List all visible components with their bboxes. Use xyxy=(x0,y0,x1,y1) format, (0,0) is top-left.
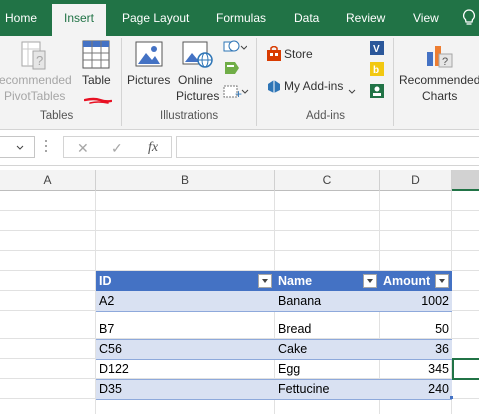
tab-data[interactable]: Data xyxy=(294,0,319,36)
store-icon[interactable] xyxy=(266,45,282,67)
tab-view[interactable]: View xyxy=(413,0,439,36)
cell-id[interactable]: B7 xyxy=(96,319,275,339)
pictures-icon[interactable] xyxy=(135,40,163,75)
gridline xyxy=(0,230,479,231)
table-row-border xyxy=(96,339,452,340)
column-header-c[interactable]: C xyxy=(275,170,380,191)
column-header-d[interactable]: D xyxy=(380,170,452,191)
formula-buttons: ✕ ✓ fx xyxy=(63,136,172,158)
online-pictures-label1[interactable]: Online xyxy=(178,73,213,87)
table-row-border xyxy=(96,359,452,360)
cell-name[interactable]: Fettucine xyxy=(275,379,380,399)
cell-name[interactable]: Bread xyxy=(275,319,380,339)
svg-text:?: ? xyxy=(36,53,43,68)
table-row-border xyxy=(96,379,452,380)
gridline xyxy=(0,250,479,251)
cell-amount[interactable]: 240 xyxy=(380,379,452,399)
cell-amount[interactable]: 50 xyxy=(380,319,452,339)
selected-cell[interactable] xyxy=(452,358,479,380)
group-label-illustrations: Illustrations xyxy=(160,110,219,122)
group-label-tables: Tables xyxy=(40,110,74,122)
group-label-addins: Add-ins xyxy=(306,110,345,122)
formula-input[interactable] xyxy=(176,136,479,158)
chevron-down-icon[interactable] xyxy=(348,82,356,100)
screenshot-icon[interactable]: + xyxy=(223,84,249,105)
table-row: A2 Banana 1002 xyxy=(96,291,452,311)
name-box[interactable] xyxy=(0,136,35,158)
column-headers: A B C D xyxy=(0,170,479,191)
table-row: C56 Cake 36 xyxy=(96,339,452,359)
tab-page-layout[interactable]: Page Layout xyxy=(122,0,189,36)
svg-text:?: ? xyxy=(442,56,448,68)
my-addins-icon[interactable] xyxy=(266,78,282,99)
column-header-e[interactable] xyxy=(452,170,479,191)
cell-name[interactable]: Egg xyxy=(275,359,380,379)
excel-window: Home Insert Page Layout Formulas Data Re… xyxy=(0,0,479,414)
table-header-id[interactable]: ID xyxy=(96,271,275,291)
cell-name[interactable]: Banana xyxy=(275,291,380,311)
table-row-border xyxy=(96,311,452,312)
bing-icon[interactable]: b xyxy=(369,61,385,82)
smartart-icon[interactable] xyxy=(224,61,242,80)
table-icon[interactable] xyxy=(82,40,110,75)
chevron-down-icon[interactable] xyxy=(16,145,24,151)
recommended-charts-label2[interactable]: Charts xyxy=(422,89,457,103)
cell-amount[interactable]: 36 xyxy=(380,339,452,359)
shapes-icon[interactable] xyxy=(223,39,248,60)
recommended-charts-label1[interactable]: Recommended xyxy=(399,73,479,87)
filter-dropdown-button[interactable] xyxy=(435,274,449,288)
cell-id[interactable]: A2 xyxy=(96,291,275,311)
group-separator xyxy=(256,38,257,126)
recommended-pivottables-label2[interactable]: PivotTables xyxy=(4,89,65,103)
store-label[interactable]: Store xyxy=(284,47,313,61)
tab-formulas[interactable]: Formulas xyxy=(216,0,266,36)
tab-review[interactable]: Review xyxy=(346,0,385,36)
cell-amount[interactable]: 345 xyxy=(380,359,452,379)
tab-home[interactable]: Home xyxy=(5,0,37,36)
gridline xyxy=(0,210,479,211)
cancel-icon[interactable]: ✕ xyxy=(77,140,89,157)
cell-name[interactable]: Cake xyxy=(275,339,380,359)
table-row: D35 Fettucine 240 xyxy=(96,379,452,399)
resize-handle-icon[interactable] xyxy=(44,138,48,159)
people-graph-icon[interactable] xyxy=(369,83,385,104)
online-pictures-icon[interactable] xyxy=(182,40,214,75)
enter-icon[interactable]: ✓ xyxy=(111,140,123,157)
cell-id[interactable]: C56 xyxy=(96,339,275,359)
recommended-charts-icon[interactable]: ? xyxy=(425,40,455,75)
cell-amount[interactable]: 1002 xyxy=(380,291,452,311)
tab-insert[interactable]: Insert xyxy=(52,4,107,36)
online-pictures-label2[interactable]: Pictures xyxy=(176,89,219,103)
insert-function-icon[interactable]: fx xyxy=(148,140,158,156)
table-row-border xyxy=(96,399,452,400)
cell-id[interactable]: D122 xyxy=(96,359,275,379)
svg-text:b: b xyxy=(373,65,379,76)
worksheet-grid: A B C D ID Name Amount A2 Banana 1002 B7… xyxy=(0,170,479,414)
table-row: D122 Egg 345 xyxy=(96,359,452,379)
ribbon-tab-bar: Home Insert Page Layout Formulas Data Re… xyxy=(0,0,479,36)
formula-bar: ✕ ✓ fx xyxy=(0,130,479,166)
table-button-label[interactable]: Table xyxy=(82,73,111,87)
svg-text:V: V xyxy=(373,44,380,55)
lightbulb-icon[interactable] xyxy=(462,9,479,27)
table-row: B7 Bread 50 xyxy=(96,319,452,339)
recommended-pivottables-label1[interactable]: ecommended xyxy=(0,73,72,87)
group-separator xyxy=(393,38,394,126)
visio-icon[interactable]: V xyxy=(369,40,385,61)
column-header-a[interactable]: A xyxy=(0,170,96,191)
filter-dropdown-button[interactable] xyxy=(258,274,272,288)
ribbon: ? ecommended PivotTables Table Tables Pi… xyxy=(0,36,479,130)
svg-text:+: + xyxy=(235,87,242,100)
group-separator xyxy=(121,38,122,126)
red-annotation-mark xyxy=(83,92,113,110)
my-addins-label[interactable]: My Add-ins xyxy=(284,79,343,93)
pictures-label[interactable]: Pictures xyxy=(127,73,170,87)
filter-dropdown-button[interactable] xyxy=(363,274,377,288)
table-resize-handle[interactable] xyxy=(450,396,453,399)
recommended-pivottables-icon: ? xyxy=(21,41,47,76)
column-header-b[interactable]: B xyxy=(96,170,275,191)
cell-area[interactable]: ID Name Amount A2 Banana 1002 B7 Bread 5… xyxy=(0,191,479,414)
cell-id[interactable]: D35 xyxy=(96,379,275,399)
table-header-row: ID Name Amount xyxy=(96,271,452,291)
